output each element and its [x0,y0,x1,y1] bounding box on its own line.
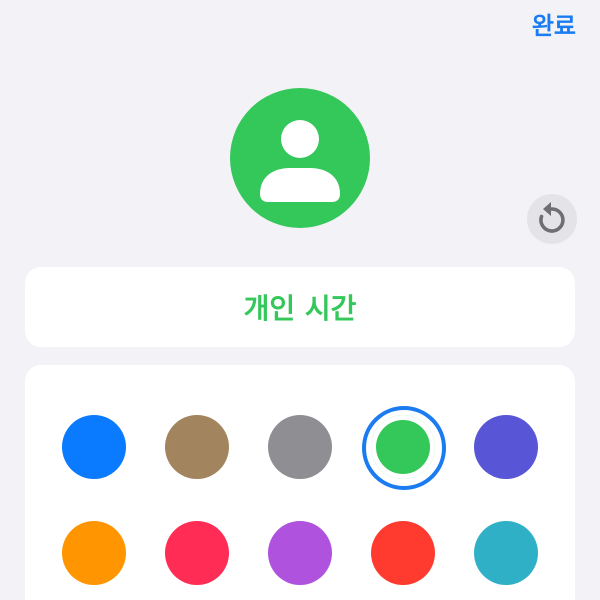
list-icon-preview [230,88,370,228]
color-swatch-teal[interactable] [474,521,538,585]
color-swatch-blue[interactable] [62,415,126,479]
color-swatch-orange[interactable] [62,521,126,585]
color-swatch-red[interactable] [371,521,435,585]
reset-icon [539,202,565,233]
color-swatch-brown[interactable] [165,415,229,479]
person-icon [260,120,340,202]
color-swatch-indigo[interactable] [474,415,538,479]
edit-list-screen: 완료 [0,0,600,600]
reset-button[interactable] [527,194,577,244]
color-swatch-pink[interactable] [165,521,229,585]
color-swatch-green[interactable] [362,406,446,490]
list-name-card [25,267,575,347]
done-button[interactable]: 완료 [532,6,576,41]
color-palette [25,365,575,600]
color-swatch-purple[interactable] [268,521,332,585]
color-swatch-gray[interactable] [268,415,332,479]
list-name-input[interactable] [25,267,575,347]
